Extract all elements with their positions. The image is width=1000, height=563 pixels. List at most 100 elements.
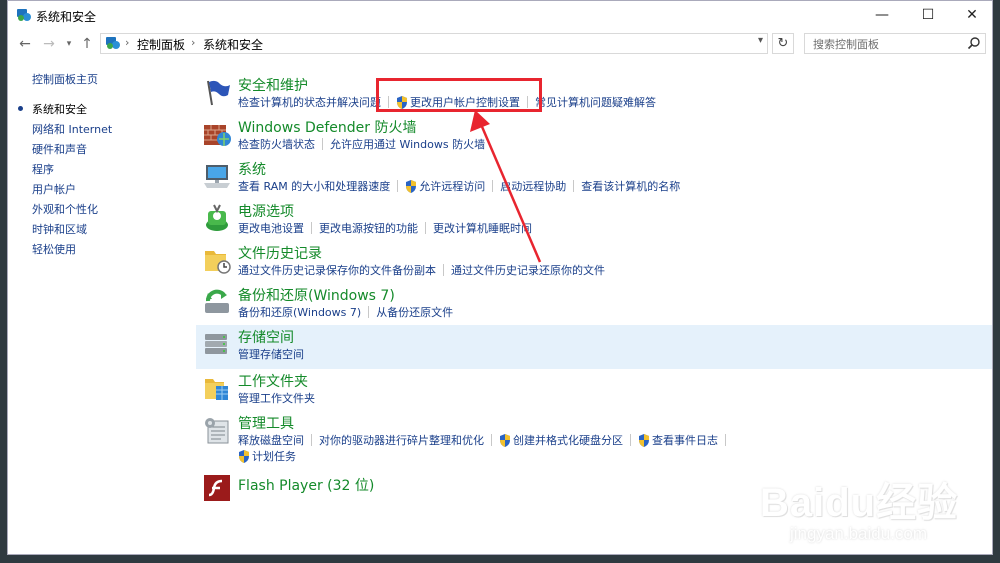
link-divider — [527, 96, 528, 108]
breadcrumb-system-security[interactable]: 系统和安全 — [203, 36, 263, 53]
uac-shield-icon — [500, 433, 510, 447]
task-link[interactable]: 查看事件日志 — [652, 432, 718, 448]
task-link[interactable]: 备份和还原(Windows 7) — [238, 304, 361, 320]
category-title[interactable]: Flash Player (32 位) — [238, 475, 374, 495]
link-divider — [322, 138, 323, 150]
category-firewall: Windows Defender 防火墙 检查防火墙状态 允许应用通过 Windo… — [196, 115, 992, 155]
task-link[interactable]: 对你的驱动器进行碎片整理和优化 — [319, 432, 484, 448]
category-links: 释放磁盘空间 对你的驱动器进行碎片整理和优化 创建并格式化硬盘分区 查看事件日志 — [238, 432, 733, 448]
recent-locations-chevron-icon[interactable]: ▾ — [60, 34, 78, 54]
work-folders-icon — [205, 379, 228, 400]
category-work-folders: 工作文件夹 管理工作文件夹 — [196, 369, 992, 409]
task-link[interactable]: 通过文件历史记录还原你的文件 — [451, 262, 605, 278]
sidebar-item-clock-region[interactable]: 时钟和区域 — [32, 221, 87, 237]
search-box[interactable] — [804, 33, 986, 54]
link-divider — [630, 434, 631, 446]
category-links: 备份和还原(Windows 7) 从备份还原文件 — [238, 304, 453, 320]
sidebar-item-ease-of-access[interactable]: 轻松使用 — [32, 241, 76, 257]
storage-icon — [205, 334, 227, 354]
task-link[interactable]: 更改电池设置 — [238, 220, 304, 236]
task-link[interactable]: 计划任务 — [252, 448, 296, 464]
uac-shield-icon — [639, 433, 649, 447]
sidebar-item-system-security[interactable]: 系统和安全 — [18, 101, 87, 117]
window-title: 系统和安全 — [36, 10, 97, 24]
category-title[interactable]: 安全和维护 — [238, 75, 308, 95]
breadcrumb-separator-icon[interactable]: › — [191, 36, 195, 49]
category-title[interactable]: Windows Defender 防火墙 — [238, 117, 416, 137]
breadcrumb-control-panel[interactable]: 控制面板 — [137, 36, 185, 53]
task-link[interactable]: 从备份还原文件 — [376, 304, 453, 320]
category-links: 更改电池设置 更改电源按钮的功能 更改计算机睡眠时间 — [238, 220, 532, 236]
task-link[interactable]: 管理存储空间 — [238, 346, 304, 362]
link-divider — [573, 180, 575, 192]
category-system: 系统 查看 RAM 的大小和处理器速度 允许远程访问 启动远程协助 查看该计算机的名称 — [196, 157, 992, 197]
task-link[interactable]: 管理工作文件夹 — [238, 390, 315, 406]
back-arrow-icon[interactable]: ← — [16, 34, 34, 54]
task-link[interactable]: 查看该计算机的名称 — [581, 178, 680, 194]
taskbar-strip — [0, 555, 1000, 563]
category-title[interactable]: 工作文件夹 — [238, 371, 308, 391]
breadcrumb-separator-icon[interactable]: › — [125, 36, 129, 49]
category-title[interactable]: 备份和还原(Windows 7) — [238, 285, 395, 305]
task-link[interactable]: 检查防火墙状态 — [238, 136, 315, 152]
control-panel-window: 系统和安全 — ☐ ✕ ← → ▾ ↑ › 控制面板 › 系统和安全 ▾ ↻ 搜… — [7, 0, 993, 555]
task-link[interactable]: 启动远程协助 — [500, 178, 566, 194]
navigation-bar: ← → ▾ ↑ › 控制面板 › 系统和安全 ▾ ↻ — [8, 31, 992, 57]
up-arrow-icon[interactable]: ↑ — [78, 34, 96, 54]
category-links: 管理工作文件夹 — [238, 390, 315, 406]
category-links: 管理存储空间 — [238, 346, 304, 362]
power-icon — [206, 204, 228, 231]
task-link[interactable]: 允许应用通过 Windows 防火墙 — [330, 136, 485, 152]
close-button[interactable]: ✕ — [950, 1, 992, 29]
firewall-icon — [204, 125, 231, 146]
address-dropdown-icon[interactable]: ▾ — [758, 35, 763, 46]
task-link[interactable]: 创建并格式化硬盘分区 — [513, 432, 623, 448]
task-link-uac-settings[interactable]: 更改用户帐户控制设置 — [410, 94, 520, 110]
forward-arrow-icon[interactable]: → — [40, 34, 58, 54]
minimize-button[interactable]: — — [860, 1, 904, 29]
category-title[interactable]: 电源选项 — [238, 201, 294, 221]
task-link[interactable]: 更改计算机睡眠时间 — [433, 220, 532, 236]
category-title[interactable]: 存储空间 — [238, 327, 294, 347]
sidebar-item-appearance[interactable]: 外观和个性化 — [32, 201, 98, 217]
control-panel-icon — [106, 37, 120, 49]
flash-icon — [204, 475, 230, 501]
task-link[interactable]: 常见计算机问题疑难解答 — [535, 94, 656, 110]
refresh-button[interactable]: ↻ — [772, 33, 794, 54]
category-title[interactable]: 文件历史记录 — [238, 243, 322, 263]
task-link[interactable]: 检查计算机的状态并解决问题 — [238, 94, 381, 110]
task-link[interactable]: 通过文件历史记录保存你的文件备份副本 — [238, 262, 436, 278]
task-link[interactable]: 查看 RAM 的大小和处理器速度 — [238, 178, 390, 194]
category-links: 计划任务 — [238, 448, 296, 464]
category-title[interactable]: 系统 — [238, 159, 266, 179]
sidebar-item-hardware-sound[interactable]: 硬件和声音 — [32, 141, 87, 157]
category-flash-player: Flash Player (32 位) — [196, 471, 992, 507]
computer-icon — [204, 165, 230, 188]
link-divider — [368, 306, 370, 318]
maximize-button[interactable]: ☐ — [906, 1, 950, 29]
task-link[interactable]: 释放磁盘空间 — [238, 432, 304, 448]
task-link[interactable]: 更改电源按钮的功能 — [319, 220, 418, 236]
sidebar-item-control-panel-home[interactable]: 控制面板主页 — [32, 71, 98, 87]
address-bar[interactable]: › 控制面板 › 系统和安全 ▾ — [100, 33, 768, 54]
search-input[interactable] — [811, 35, 965, 54]
category-storage-spaces[interactable]: 存储空间 管理存储空间 — [196, 325, 992, 369]
link-divider — [397, 180, 399, 192]
file-history-icon — [205, 251, 231, 274]
sidebar-item-programs[interactable]: 程序 — [32, 161, 54, 177]
search-icon[interactable] — [967, 36, 981, 50]
category-title[interactable]: 管理工具 — [238, 413, 294, 433]
category-links: 通过文件历史记录保存你的文件备份副本 通过文件历史记录还原你的文件 — [238, 262, 605, 278]
link-divider — [725, 434, 726, 446]
link-divider — [443, 264, 444, 276]
category-power-options: 电源选项 更改电池设置 更改电源按钮的功能 更改计算机睡眠时间 — [196, 199, 992, 239]
sidebar-item-user-accounts[interactable]: 用户帐户 — [32, 181, 76, 197]
title-bar[interactable]: 系统和安全 — ☐ ✕ — [8, 1, 992, 29]
link-divider — [311, 434, 312, 446]
uac-shield-icon — [239, 449, 249, 463]
link-divider — [491, 434, 492, 446]
task-link[interactable]: 允许远程访问 — [419, 178, 485, 194]
category-links: 检查计算机的状态并解决问题 更改用户帐户控制设置 常见计算机问题疑难解答 — [238, 94, 656, 110]
backup-icon — [205, 289, 229, 313]
sidebar-item-network-internet[interactable]: 网络和 Internet — [32, 121, 112, 137]
